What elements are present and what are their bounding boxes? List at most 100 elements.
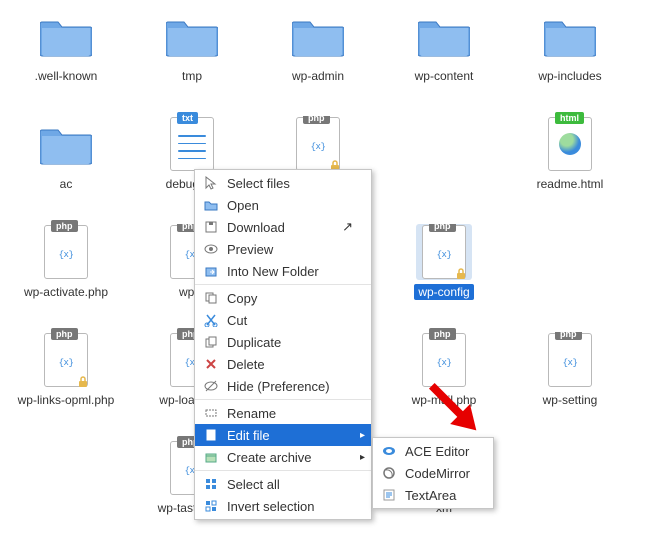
cursor-icon [203,175,219,191]
into-folder-icon [203,263,219,279]
menu-item[interactable]: Preview [195,238,371,260]
menu-item[interactable]: Cut [195,309,371,331]
cut-icon [203,312,219,328]
menu-item[interactable]: Into New Folder [195,260,371,282]
ace-icon [381,443,397,459]
file-item[interactable]: html readme.html [512,116,628,216]
file-icon: php [38,332,94,388]
file-label: wp-activate.php [20,284,112,300]
duplicate-icon [203,334,219,350]
preview-icon [203,241,219,257]
file-label: wp-includes [534,68,605,84]
menu-item[interactable]: Delete [195,353,371,375]
menu-item-label: Preview [227,242,353,257]
file-item[interactable]: ac [8,116,124,216]
menu-item-label: Copy [227,291,353,306]
menu-item[interactable]: Invert selection [195,495,371,517]
context-menu: Select files Open Download ↗ Preview Into New… [194,169,372,520]
file-label: wp-content [411,68,478,84]
edit-icon [203,427,219,443]
open-icon [203,197,219,213]
textarea-icon [381,487,397,503]
menu-item[interactable]: Open [195,194,371,216]
menu-item[interactable]: Duplicate [195,331,371,353]
folder-icon [164,8,220,64]
copy-icon [203,290,219,306]
file-label: ac [56,176,77,192]
folder-icon [290,8,346,64]
download-icon [203,219,219,235]
file-icon: php [290,116,346,172]
menu-item[interactable]: TextArea [373,484,493,506]
edit-file-submenu: ACE Editor CodeMirror TextArea [372,437,494,509]
menu-item-label: Edit file [227,428,353,443]
file-item[interactable]: php wp-setting [512,332,628,432]
menu-item-label: Into New Folder [227,264,353,279]
menu-item-label: Select files [227,176,353,191]
archive-icon [203,449,219,465]
file-icon: php [416,332,472,388]
file-label: tmp [178,68,206,84]
menu-item-label: Delete [227,357,353,372]
menu-item[interactable]: Download ↗ [195,216,371,238]
delete-icon [203,356,219,372]
external-icon: ↗ [342,219,353,235]
codemirror-icon [381,465,397,481]
menu-item[interactable]: Select files [195,172,371,194]
menu-item-label: Open [227,198,353,213]
file-item[interactable]: wp-admin [260,8,376,108]
menu-item-label: Rename [227,406,353,421]
file-item[interactable]: tmp [134,8,250,108]
menu-item-label: Hide (Preference) [227,379,353,394]
menu-item[interactable]: ACE Editor [373,440,493,462]
file-icon: php [542,332,598,388]
file-item[interactable]: .well-known [8,8,124,108]
file-label: wp-mail.php [408,392,481,408]
menu-item-label: TextArea [405,488,475,503]
menu-item-label: Create archive [227,450,353,465]
file-icon: php [416,224,472,280]
file-label: wp-config [414,284,473,300]
menu-item-label: Select all [227,477,353,492]
file-label: wp-links-opml.php [14,392,119,408]
submenu-arrow-icon: ▸ [360,452,365,463]
hide-icon [203,378,219,394]
menu-item[interactable]: Copy [195,287,371,309]
file-item[interactable]: php wp-config [386,224,502,324]
file-item[interactable]: php wp-mail.php [386,332,502,432]
menu-separator [195,470,371,471]
file-icon: php [38,224,94,280]
file-label: wp-setting [539,392,602,408]
menu-item-label: CodeMirror [405,466,475,481]
menu-item[interactable]: Create archive ▸ [195,446,371,468]
menu-separator [195,399,371,400]
file-label: wp-admin [288,68,348,84]
menu-item[interactable]: Rename [195,402,371,424]
submenu-arrow-icon: ▸ [360,430,365,441]
menu-item-label: Cut [227,313,353,328]
folder-icon [542,8,598,64]
menu-item[interactable]: Edit file ▸ [195,424,371,446]
file-icon: txt [164,116,220,172]
file-item[interactable]: php wp-links-opml.php [8,332,124,432]
file-label: .well-known [31,68,102,84]
file-item[interactable]: wp-content [386,8,502,108]
file-item[interactable]: php wp-activate.php [8,224,124,324]
select-all-icon [203,476,219,492]
file-icon: html [542,116,598,172]
file-label: readme.html [533,176,608,192]
menu-item[interactable]: CodeMirror [373,462,493,484]
menu-separator [195,284,371,285]
folder-icon [38,8,94,64]
rename-icon [203,405,219,421]
folder-icon [416,8,472,64]
menu-item[interactable]: Hide (Preference) [195,375,371,397]
menu-item-label: ACE Editor [405,444,475,459]
menu-item-label: Download [227,220,334,235]
folder-icon [38,116,94,172]
menu-item[interactable]: Select all [195,473,371,495]
invert-icon [203,498,219,514]
file-item[interactable]: wp-includes [512,8,628,108]
menu-item-label: Duplicate [227,335,353,350]
menu-item-label: Invert selection [227,499,353,514]
